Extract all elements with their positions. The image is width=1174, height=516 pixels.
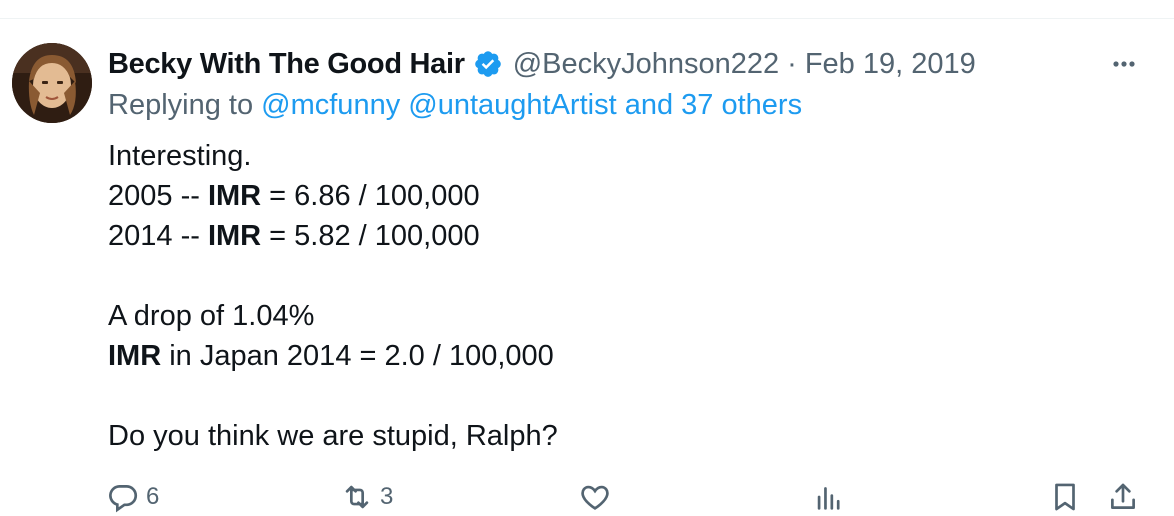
text-segment: 2005 -- <box>108 180 208 212</box>
views-icon <box>817 487 840 510</box>
user-handle[interactable]: @BeckyJohnson222 <box>513 48 779 81</box>
text-line: Interesting. <box>108 136 558 176</box>
separator-dot: · <box>787 47 797 80</box>
text-line: A drop of 1.04% <box>108 296 558 336</box>
top-divider <box>0 18 1174 19</box>
text-line: 2014 -- IMR = 5.82 / 100,000 <box>108 216 558 256</box>
tweet-date[interactable]: Feb 19, 2019 <box>805 48 976 81</box>
bold-segment: IMR <box>207 220 262 252</box>
text-line: 2005 -- IMR = 6.86 / 100,000 <box>108 176 558 216</box>
reply-count: 6 <box>146 483 160 510</box>
text-segment: Do you think we are stupid, Ralph? <box>108 420 558 452</box>
action-bar: 6 3 <box>0 476 1174 516</box>
tweet-text: Interesting. 2005 -- IMR = 6.86 / 100,00… <box>108 136 558 456</box>
display-name[interactable]: Becky With The Good Hair <box>108 48 465 81</box>
replying-prefix: Replying to <box>108 89 262 121</box>
text-line: IMR in Japan 2014 = 2.0 / 100,000 <box>108 336 558 376</box>
bold-segment: IMR <box>108 340 162 372</box>
others-link[interactable]: and 37 others <box>625 89 802 121</box>
more-options-icon[interactable] <box>1108 52 1140 76</box>
views-button[interactable] <box>812 480 846 514</box>
share-icon <box>1111 483 1135 509</box>
reply-icon <box>109 485 138 513</box>
text-segment: 2014 -- <box>108 220 208 252</box>
mention-link[interactable]: @untaughtArtist <box>408 89 616 121</box>
text-segment: = 5.82 / 100,000 <box>261 220 480 252</box>
bold-segment: IMR <box>207 180 262 212</box>
retweet-button[interactable]: 3 <box>340 480 393 514</box>
retweet-count: 3 <box>380 483 394 510</box>
avatar-image <box>12 43 92 123</box>
retweet-icon <box>345 485 369 509</box>
share-button[interactable] <box>1106 480 1140 514</box>
text-segment: in Japan 2014 = 2.0 / 100,000 <box>161 340 554 372</box>
reply-button[interactable]: 6 <box>106 480 159 514</box>
mention-link[interactable]: @mcfunny <box>261 89 400 121</box>
replying-to: Replying to @mcfunny @untaughtArtist and… <box>108 89 802 122</box>
text-line: Do you think we are stupid, Ralph? <box>108 416 558 456</box>
like-icon <box>581 485 609 510</box>
avatar[interactable] <box>12 43 92 123</box>
verified-badge-icon[interactable] <box>473 49 503 79</box>
bookmark-button[interactable] <box>1048 480 1082 514</box>
text-segment: Interesting. <box>108 140 252 172</box>
text-segment: A drop of 1.04% <box>108 300 315 332</box>
text-segment: = 6.86 / 100,000 <box>261 180 480 212</box>
like-button[interactable] <box>578 480 612 514</box>
tweet-header: Becky With The Good Hair @BeckyJohnson22… <box>108 44 976 84</box>
bookmark-icon <box>1055 483 1075 511</box>
